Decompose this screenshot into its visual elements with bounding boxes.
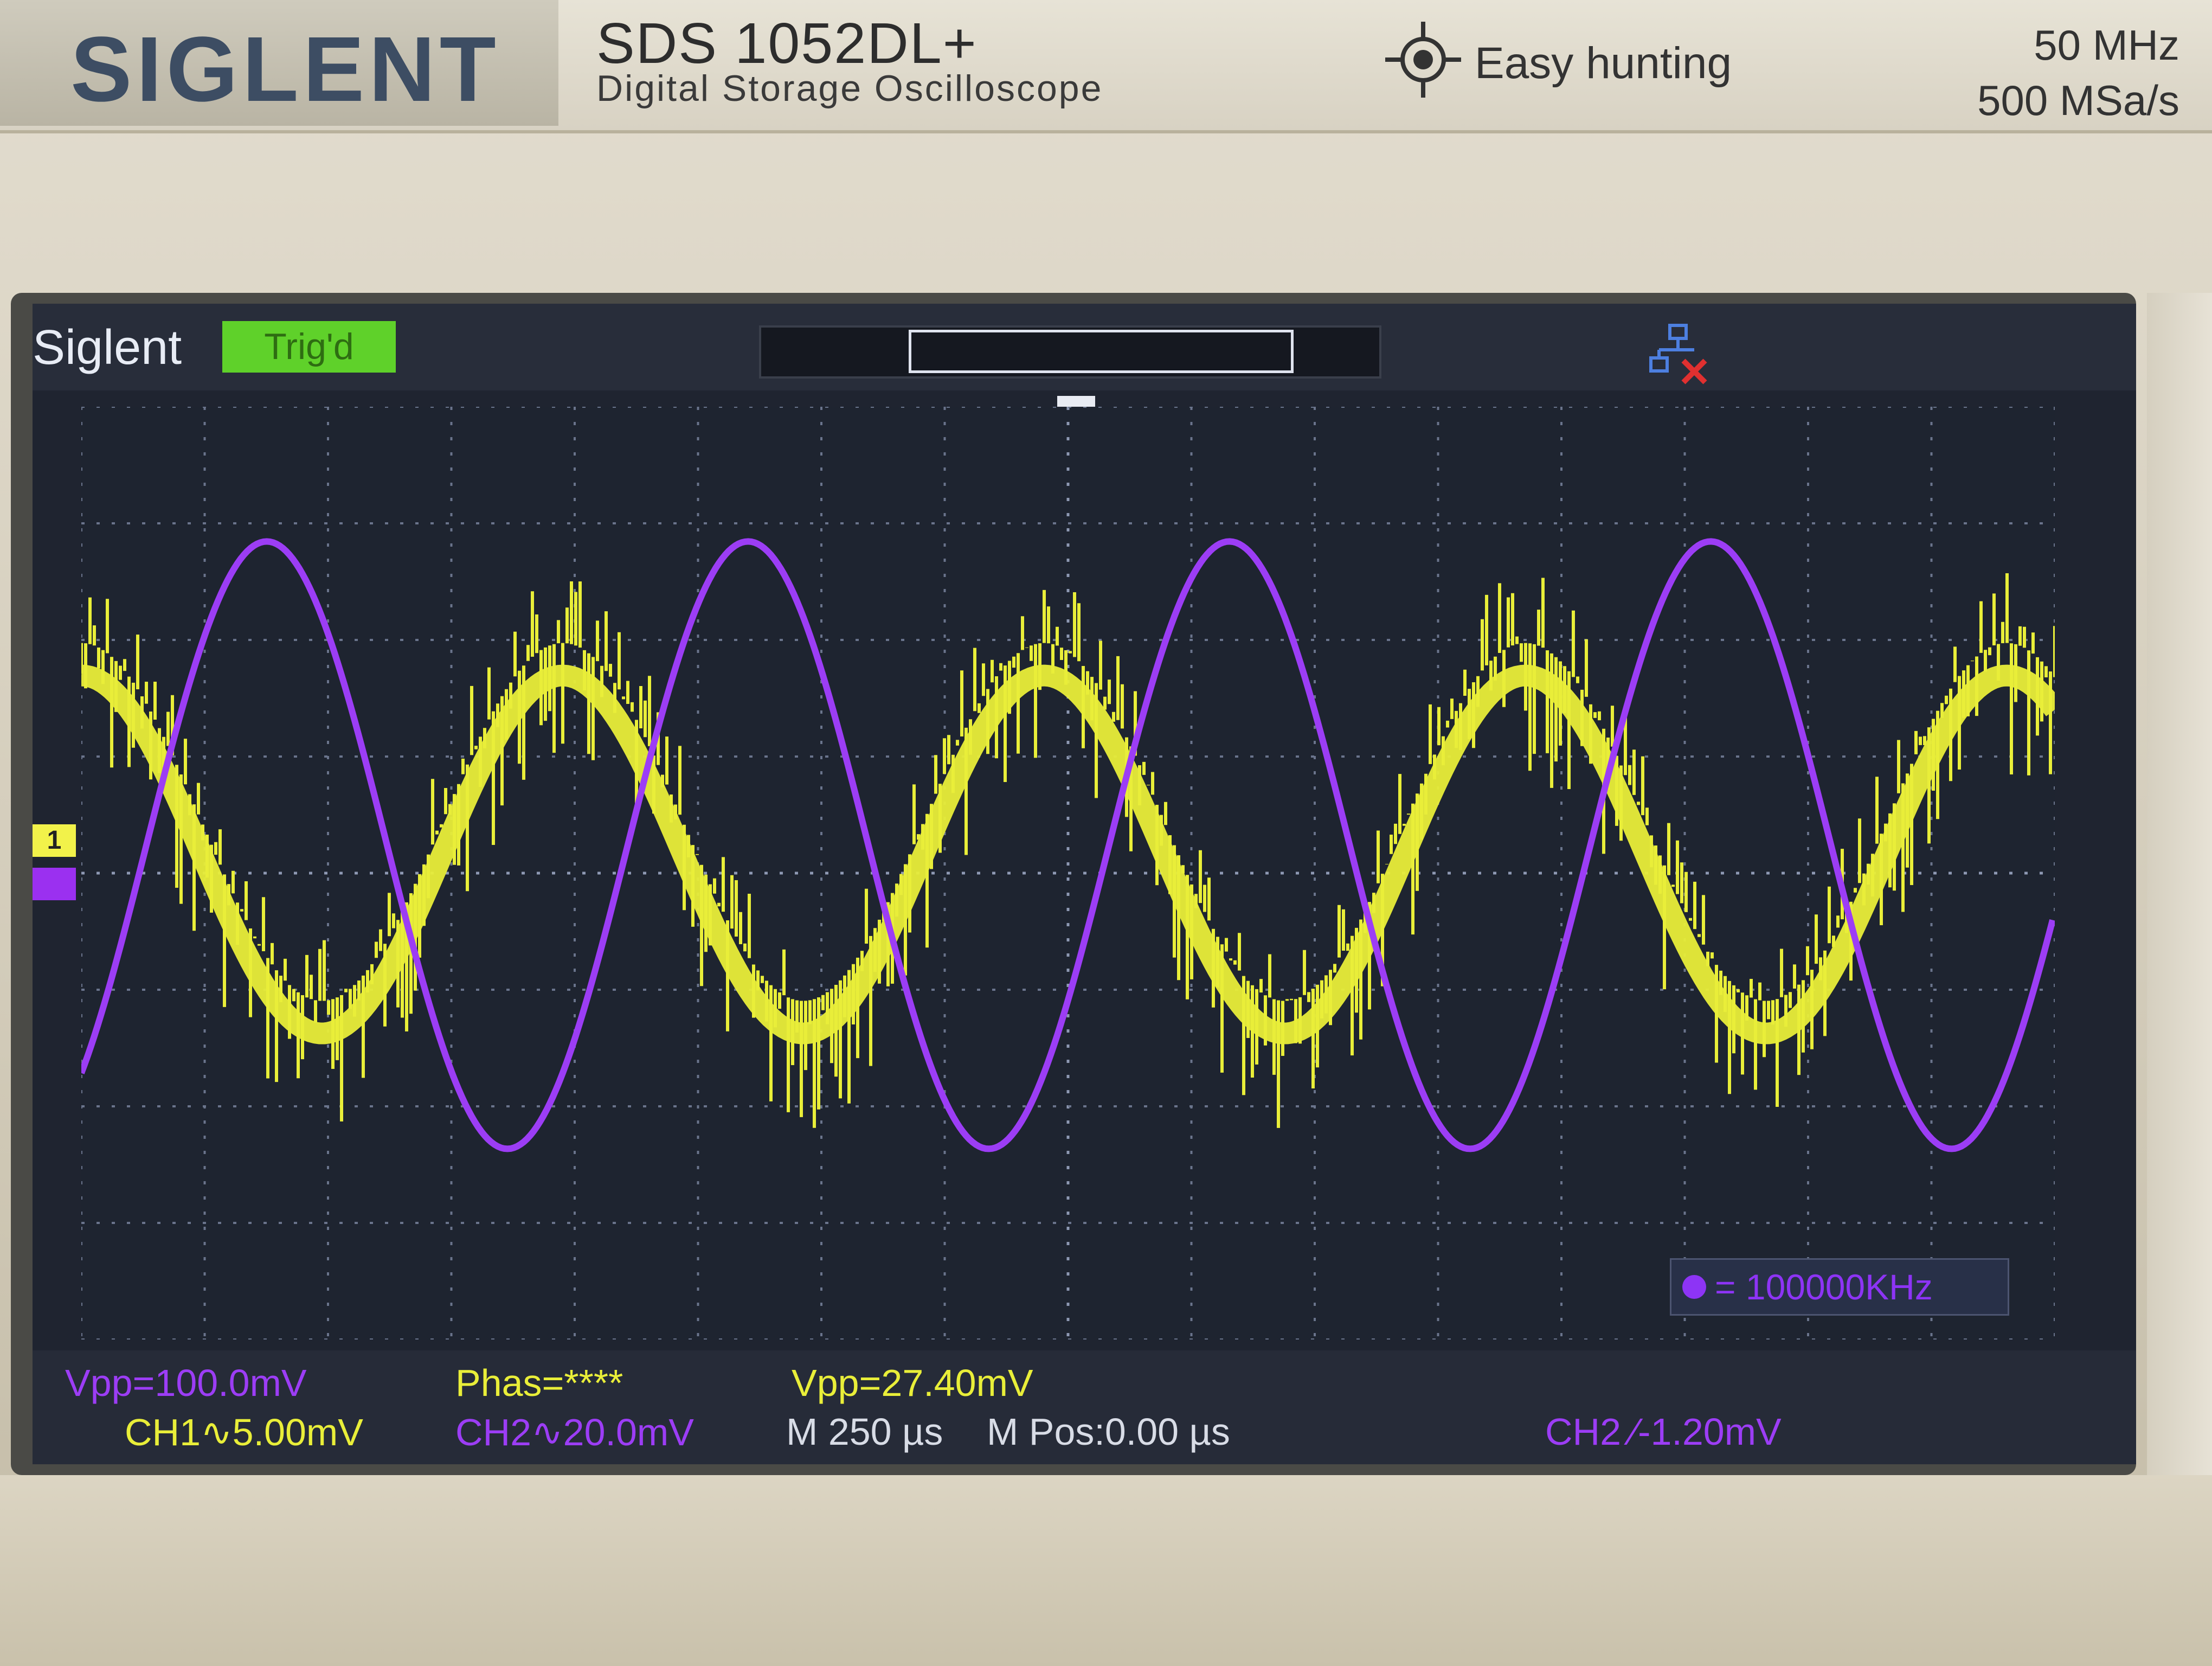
side-panel [2147,293,2212,1475]
ch1-vpp: Vpp=27.40mV [792,1362,1033,1404]
ch2-indicator-dot [1682,1275,1706,1299]
lower-bezel [0,1475,2212,1666]
easy-hunting-label: Easy hunting [1475,39,1732,88]
siglent-logo: SIGLENT [70,18,500,121]
lcd-top-bar: Siglent Trig'd [33,304,2136,390]
ch2-scale: CH2∿20.0mV [455,1411,694,1453]
screen-brand: Siglent [33,321,182,375]
lcd-screen: Siglent Trig'd T 1 = 100000KHz Vpp=100. [33,304,2136,1464]
trigger-setting: CH2 ∕-1.20mV [1545,1411,1782,1453]
trigger-status-badge: Trig'd [222,321,396,373]
lan-disconnected-icon [1649,324,1707,385]
bandwidth-spec: 50 MHz [2034,21,2179,69]
crosshair-icon [1385,22,1461,98]
ch1-scale: CH1∿5.00mV [125,1411,363,1453]
frequency-counter: = 100000KHz [1670,1258,2009,1316]
ch2-level-marker [33,868,76,900]
memory-view-window [909,330,1294,373]
phase-readout: Phas=**** [455,1362,623,1404]
waveform-graticule [81,407,2055,1340]
ch2-vpp: Vpp=100.0mV [65,1362,307,1404]
brand-strip: SIGLENT SDS 1052DL+ Digital Storage Osci… [0,0,2212,133]
graticule-lines [81,407,2055,1340]
model-subtitle: Digital Storage Oscilloscope [596,68,1103,109]
sample-rate-spec: 500 MSa/s [1977,76,2179,124]
model-name: SDS 1052DL+ [596,11,978,75]
ch1-level-marker: 1 [33,824,76,857]
time-position: M Pos:0.00 µs [987,1411,1230,1453]
measurement-bar: Vpp=100.0mV Phas=**** Vpp=27.40mV CH1∿5.… [33,1350,2136,1464]
brand-plate: SIGLENT [0,0,558,126]
frequency-readout: = 100000KHz [1715,1267,1933,1307]
timebase: M 250 µs [786,1411,943,1453]
waveform-display [81,407,2055,1340]
ch1-waveform [81,664,2055,1045]
